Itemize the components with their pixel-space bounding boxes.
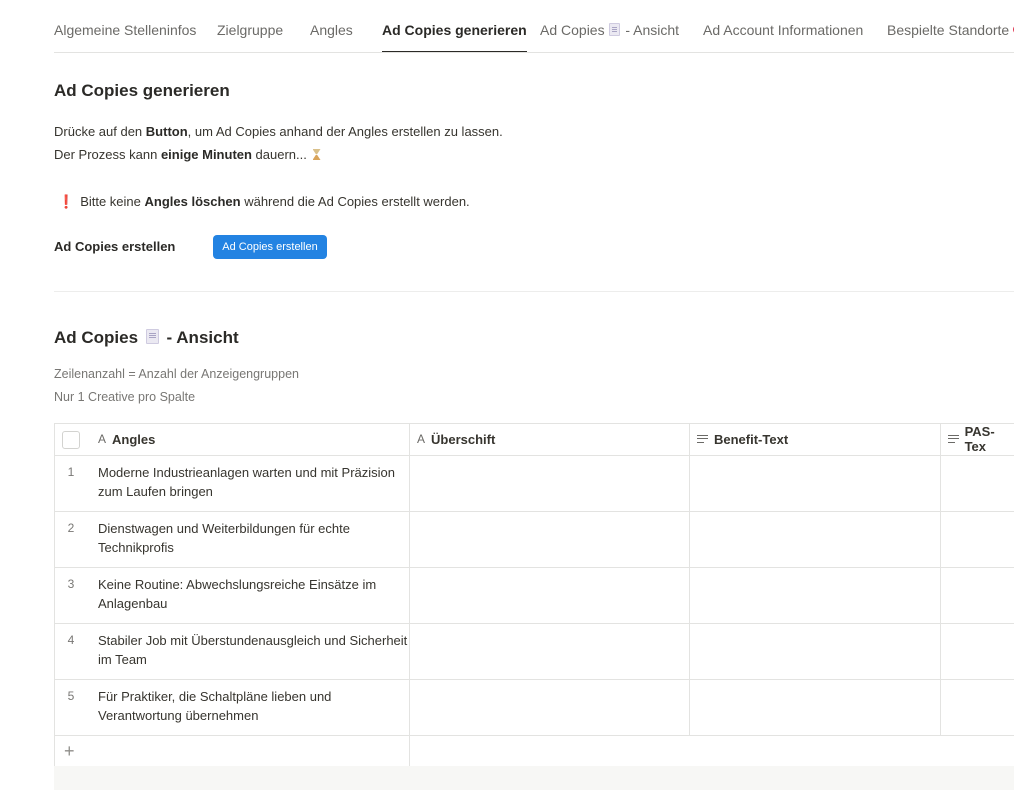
column-label: PAS-Tex xyxy=(964,424,995,454)
row-divider xyxy=(54,511,1014,512)
hourglass-icon xyxy=(312,149,321,160)
row-divider xyxy=(54,567,1014,568)
column-divider xyxy=(689,423,690,736)
row-divider xyxy=(54,735,1014,736)
row-number: 1 xyxy=(67,465,75,479)
section-title-generieren: Ad Copies generieren xyxy=(54,81,230,100)
title-icon: A xyxy=(417,432,426,446)
column-divider xyxy=(409,423,410,790)
tab-bespielte-standorte[interactable]: Bespielte Standorte xyxy=(887,0,1014,52)
tab-bar: Algemeine Stelleninfos Zielgruppe Angles… xyxy=(54,0,1014,53)
column-label: Überschift xyxy=(431,431,496,447)
table-note-1: Zeilenanzahl = Anzahl der Anzeigengruppe… xyxy=(54,367,299,381)
tab-algemeine-stelleninfos[interactable]: Algemeine Stelleninfos xyxy=(54,0,196,52)
text: Bitte keine xyxy=(80,194,145,209)
column-header-pas-text[interactable]: PAS-Tex xyxy=(948,423,1014,455)
text: dauern... xyxy=(251,147,307,162)
column-header-angles[interactable]: A Angles xyxy=(98,423,155,455)
instruction-line-2: Der Prozess kann einige Minuten dauern..… xyxy=(54,147,321,162)
table-cell-angle[interactable]: Keine Routine: Abwechslungsreiche Einsät… xyxy=(98,575,408,613)
column-header-ueberschift[interactable]: A Überschift xyxy=(417,423,495,455)
table-note-2: Nur 1 Creative pro Spalte xyxy=(54,390,196,404)
table-cell-angle[interactable]: Moderne Industrieanlagen warten und mit … xyxy=(98,463,408,501)
warning-line: ❗ Bitte keine Angles löschen während die … xyxy=(54,194,470,210)
title-icon: A xyxy=(98,432,107,446)
section-title-ansicht: Ad Copies - Ansicht xyxy=(54,328,239,348)
column-header-benefit-text[interactable]: Benefit-Text xyxy=(697,423,788,455)
tab-label: Ad Copies xyxy=(540,22,605,38)
text: , um Ad Copies anhand der Angles erstell… xyxy=(187,124,503,139)
row-number: 3 xyxy=(67,577,75,591)
text: während die Ad Copies erstellt werden. xyxy=(240,194,470,209)
document-icon xyxy=(609,23,621,36)
row-divider xyxy=(54,679,1014,680)
text: Der Prozess kann xyxy=(54,147,161,162)
table-border xyxy=(54,423,1014,424)
ad-copies-table: A Angles A Überschift Benefit-Text PAS-Tex… xyxy=(54,423,1014,790)
title-text: Ad Copies xyxy=(54,328,139,347)
row-number: 5 xyxy=(67,689,75,703)
column-label: Angles xyxy=(112,431,156,447)
tab-ad-copies-generieren[interactable]: Ad Copies generieren xyxy=(382,0,527,52)
bold-text: einige Minuten xyxy=(160,147,252,162)
tab-ad-copies-ansicht[interactable]: Ad Copies - Ansicht xyxy=(540,0,679,52)
column-label: Benefit-Text xyxy=(714,431,789,447)
document-icon xyxy=(145,329,159,344)
table-cell-angle[interactable]: Für Praktiker, die Schaltpläne lieben un… xyxy=(98,687,408,725)
tab-label: Bespielte Standorte xyxy=(887,22,1010,38)
tab-angles[interactable]: Angles xyxy=(310,0,353,52)
section-divider xyxy=(54,291,1014,292)
tab-zielgruppe[interactable]: Zielgruppe xyxy=(217,0,283,52)
row-divider xyxy=(54,623,1014,624)
tab-ad-account-informationen[interactable]: Ad Account Informationen xyxy=(703,0,863,52)
bold-text: Angles löschen xyxy=(144,194,241,209)
header-divider xyxy=(54,455,1014,456)
table-cell-angle[interactable]: Dienstwagen und Weiterbildungen für echt… xyxy=(98,519,408,557)
exclamation-icon: ❗ xyxy=(58,194,75,209)
bold-text: Button xyxy=(145,124,188,139)
text-icon xyxy=(948,434,959,444)
tab-label-suffix: - Ansicht xyxy=(625,22,680,38)
add-row-button[interactable]: + xyxy=(64,742,75,760)
text: Drücke auf den xyxy=(54,124,146,139)
row-number: 4 xyxy=(67,633,75,647)
button-row-label: Ad Copies erstellen xyxy=(54,239,176,254)
title-text-suffix: - Ansicht xyxy=(166,328,239,347)
table-footer xyxy=(54,766,1014,790)
table-cell-angle[interactable]: Stabiler Job mit Überstundenausgleich un… xyxy=(98,631,408,669)
row-number: 2 xyxy=(67,521,75,535)
column-divider xyxy=(940,423,941,736)
select-all-checkbox[interactable] xyxy=(62,431,80,449)
instruction-line-1: Drücke auf den Button, um Ad Copies anha… xyxy=(54,124,503,139)
ad-copies-erstellen-button[interactable]: Ad Copies erstellen xyxy=(213,235,327,259)
text-icon xyxy=(697,434,708,444)
